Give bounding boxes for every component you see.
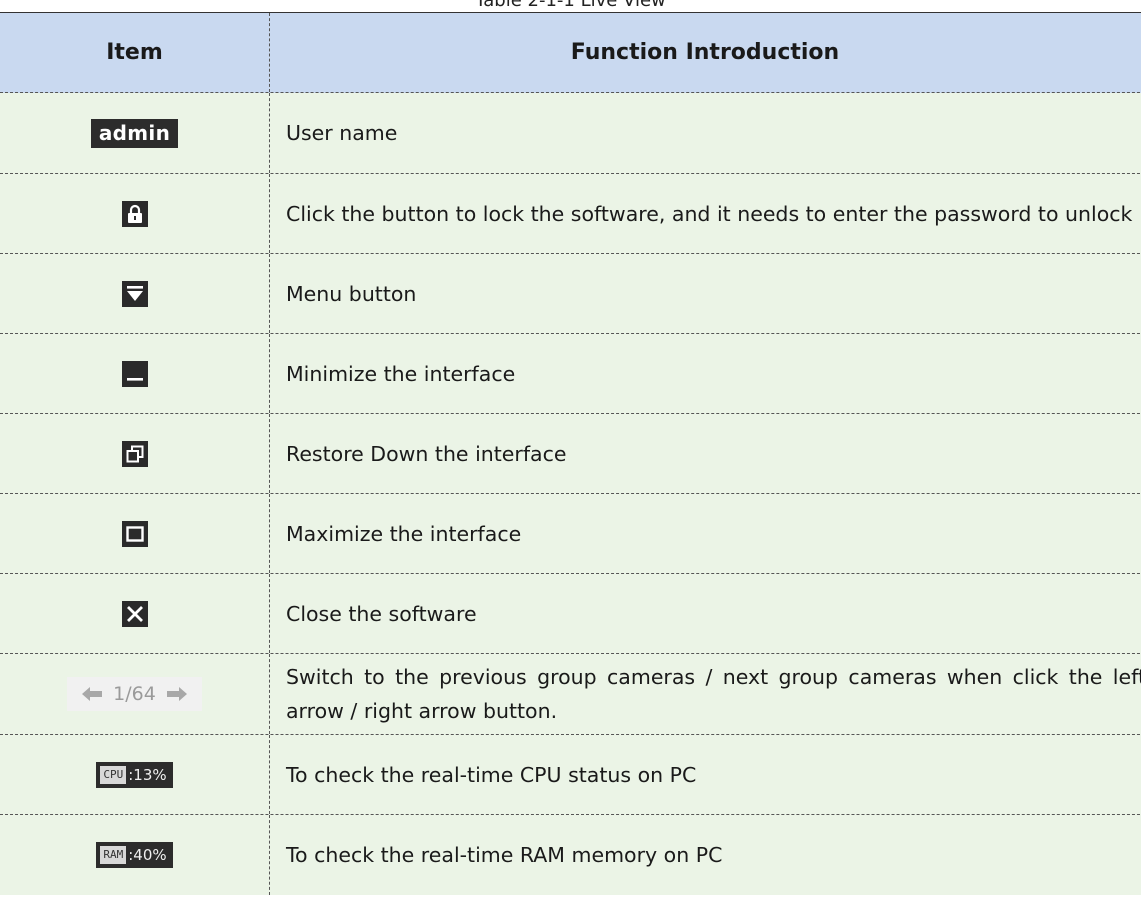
header-function: Function Introduction	[570, 39, 840, 65]
row-description: Maximize the interface	[286, 521, 522, 546]
header-item: Item	[0, 13, 270, 92]
table-row: Menu button	[0, 254, 1141, 334]
table-row: Minimize the interface	[0, 334, 1141, 414]
row-description: Menu button	[286, 281, 417, 306]
close-icon	[121, 600, 148, 627]
row-description: To check the real-time RAM memory on PC	[286, 843, 723, 867]
row-description: User name	[286, 121, 398, 145]
row-description: To check the real-time CPU status on PC	[286, 762, 697, 787]
menu-down-icon	[121, 280, 148, 307]
restore-down-icon	[121, 440, 148, 467]
camera-group-pager: 1/64	[67, 677, 202, 711]
table-caption: Table 2-1-1 Live View	[475, 0, 666, 11]
table-row: Close the software	[0, 574, 1141, 654]
table-row: Restore Down the interface	[0, 414, 1141, 494]
ram-value: :40%	[128, 846, 167, 864]
ram-meter: RAM :40%	[96, 842, 173, 868]
row-description: Minimize the interface	[286, 361, 516, 386]
table-row: CPU :13% To check the real-time CPU stat…	[0, 735, 1141, 815]
cpu-chip-icon: CPU	[100, 765, 127, 784]
table-row: 1/64 Switch to the previous group camera…	[0, 654, 1141, 735]
table-row: RAM :40% To check the real-time RAM memo…	[0, 815, 1141, 895]
arrow-left-icon	[82, 687, 103, 701]
table-header-row: Item Function Introduction	[0, 13, 1141, 93]
row-description: Close the software	[286, 601, 477, 626]
maximize-icon	[121, 520, 148, 547]
row-description: Click the button to lock the software, a…	[286, 201, 1133, 226]
row-description: Restore Down the interface	[286, 441, 567, 466]
row-description: Switch to the previous group cameras / n…	[286, 665, 1141, 723]
lock-icon	[121, 200, 148, 227]
admin-username-label: admin	[90, 118, 179, 148]
table-row: Maximize the interface	[0, 494, 1141, 574]
table-row: admin User name	[0, 93, 1141, 174]
pager-count: 1/64	[113, 683, 156, 705]
cpu-meter: CPU :13%	[96, 761, 173, 788]
cpu-value: :13%	[128, 765, 167, 784]
arrow-right-icon	[166, 687, 187, 701]
table-row: Click the button to lock the software, a…	[0, 174, 1141, 254]
live-view-table: Item Function Introduction admin User na…	[0, 12, 1141, 895]
ram-chip-icon: RAM	[100, 846, 127, 864]
minimize-icon	[121, 360, 148, 387]
